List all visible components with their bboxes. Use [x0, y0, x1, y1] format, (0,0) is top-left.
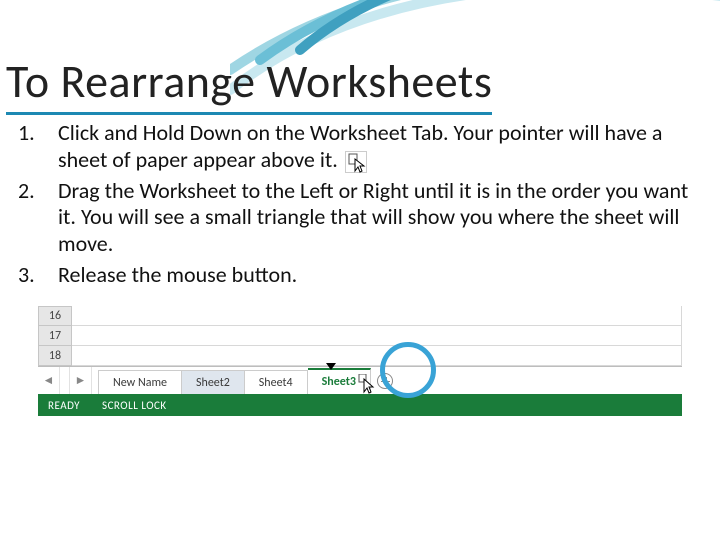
- tab-label: Sheet3: [322, 375, 356, 389]
- step-1: Click and Hold Down on the Worksheet Tab…: [10, 120, 710, 174]
- slide-body: Click and Hold Down on the Worksheet Tab…: [10, 120, 710, 293]
- step-2: Drag the Worksheet to the Left or Right …: [10, 178, 710, 258]
- step-1-text: Click and Hold Down on the Worksheet Tab…: [58, 119, 662, 173]
- row-headers: 16 17 18: [38, 306, 72, 366]
- slide-title: To Rearrange Worksheets: [6, 54, 492, 115]
- row-header[interactable]: 18: [38, 346, 72, 366]
- cells-area[interactable]: [72, 306, 682, 366]
- tab-label: Sheet2: [196, 376, 230, 390]
- status-bar: READY SCROLL LOCK: [38, 394, 682, 416]
- status-ready: READY: [48, 399, 80, 412]
- tab-label: New Name: [113, 376, 167, 390]
- sheet-tab-sheet3[interactable]: Sheet3: [308, 368, 371, 394]
- chevron-right-icon: ►: [75, 373, 87, 388]
- step-3-text: Release the mouse button.: [58, 261, 297, 288]
- row-header[interactable]: 17: [38, 326, 72, 346]
- plus-circle-icon: [377, 373, 393, 389]
- tab-label: Sheet4: [259, 376, 293, 390]
- pointer-with-sheet-icon: [345, 151, 367, 173]
- drag-cursor-icon: [358, 374, 376, 394]
- grid-area: 16 17 18: [38, 306, 682, 366]
- tab-scroll-left-button[interactable]: ◄: [38, 367, 60, 394]
- slide: To Rearrange Worksheets Click and Hold D…: [0, 0, 720, 540]
- sheet-tab-sheet2[interactable]: Sheet2: [182, 370, 245, 394]
- step-2-text: Drag the Worksheet to the Left or Right …: [58, 177, 688, 258]
- tab-scroll-right-button[interactable]: ►: [70, 367, 92, 394]
- sheet-tab-new-name[interactable]: New Name: [98, 370, 182, 394]
- status-scroll-lock: SCROLL LOCK: [102, 399, 167, 412]
- chevron-left-icon: ◄: [43, 373, 55, 388]
- sheet-tab-bar: ◄ ► New Name Sheet2 Sheet4 Sheet3: [38, 366, 682, 394]
- excel-screenshot: 16 17 18 ◄ ► New Name Sheet2 Sheet4 Shee…: [38, 306, 682, 416]
- tab-scroll-separator: [60, 367, 70, 394]
- drop-position-triangle-icon: [326, 363, 336, 370]
- step-3: Release the mouse button.: [10, 262, 710, 289]
- sheet-tab-sheet4[interactable]: Sheet4: [245, 370, 308, 394]
- tabs-container: New Name Sheet2 Sheet4 Sheet3: [92, 367, 371, 394]
- steps-list: Click and Hold Down on the Worksheet Tab…: [10, 120, 710, 289]
- row-header[interactable]: 16: [38, 306, 72, 326]
